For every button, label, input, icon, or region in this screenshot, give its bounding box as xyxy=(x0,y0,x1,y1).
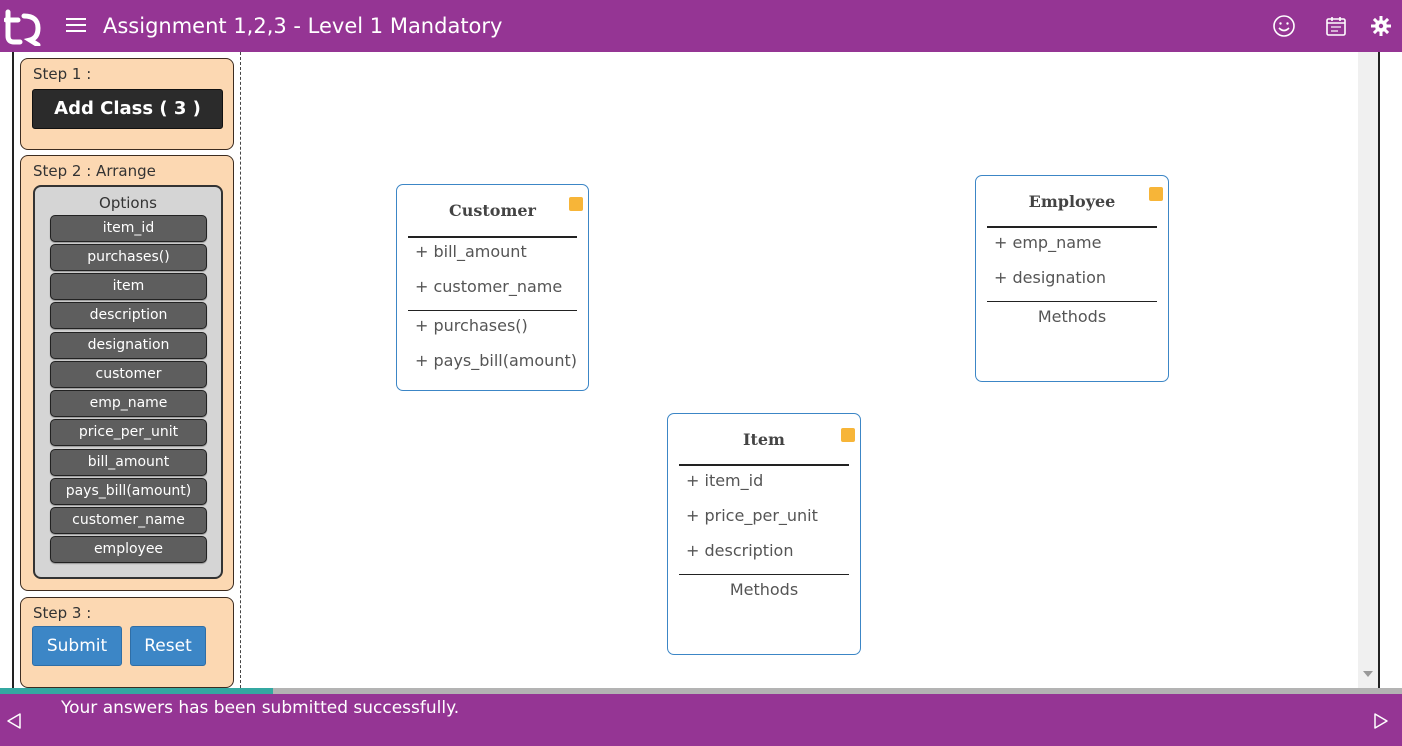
footer-bar: Your answers has been submitted successf… xyxy=(0,694,1402,746)
class-box-customer[interactable]: Customer + bill_amount + customer_name +… xyxy=(396,184,589,391)
option-chip[interactable]: customer_name xyxy=(50,507,207,534)
option-chip[interactable]: purchases() xyxy=(50,244,207,271)
methods-placeholder: Methods xyxy=(1037,307,1107,326)
smiley-icon[interactable] xyxy=(1272,14,1296,38)
drag-handle-icon[interactable] xyxy=(569,197,583,211)
menu-icon[interactable] xyxy=(66,18,86,34)
option-chip[interactable]: employee xyxy=(50,536,207,563)
scroll-down-icon[interactable] xyxy=(1363,671,1373,677)
vertical-scrollbar[interactable] xyxy=(1358,52,1378,688)
right-border xyxy=(1378,52,1380,688)
logo-icon xyxy=(4,9,41,46)
step3-label: Step 3 : xyxy=(33,604,92,622)
drag-handle-icon[interactable] xyxy=(841,428,855,442)
top-bar: Assignment 1,2,3 - Level 1 Mandatory xyxy=(0,0,1402,52)
options-box: Options item_id purchases() item descrip… xyxy=(33,185,223,579)
divider xyxy=(987,226,1157,228)
step2-label: Step 2 : Arrange xyxy=(33,162,156,180)
class-box-employee[interactable]: Employee + emp_name + designation Method… xyxy=(975,175,1169,382)
calendar-icon[interactable] xyxy=(1324,14,1348,38)
add-class-button[interactable]: Add Class ( 3 ) xyxy=(32,89,223,129)
option-chip[interactable]: item_id xyxy=(50,215,207,242)
attribute-item[interactable]: + item_id xyxy=(686,471,763,490)
option-chip[interactable]: bill_amount xyxy=(50,449,207,476)
method-item[interactable]: + purchases() xyxy=(415,316,528,335)
option-chip[interactable]: emp_name xyxy=(50,390,207,417)
class-name: Item xyxy=(743,430,785,449)
option-chip[interactable]: customer xyxy=(50,361,207,388)
method-item[interactable]: + pays_bill(amount) xyxy=(415,351,577,370)
step2-panel: Step 2 : Arrange Options item_id purchas… xyxy=(20,155,234,591)
option-chip[interactable]: pays_bill(amount) xyxy=(50,478,207,505)
divider xyxy=(679,574,849,575)
option-chip[interactable]: item xyxy=(50,273,207,300)
class-name: Employee xyxy=(1028,192,1116,211)
settings-icon[interactable] xyxy=(1369,14,1393,38)
attribute-item[interactable]: + price_per_unit xyxy=(686,506,818,525)
divider xyxy=(408,236,577,238)
option-chip[interactable]: description xyxy=(50,302,207,329)
attribute-item[interactable]: + designation xyxy=(994,268,1106,287)
option-chip[interactable]: price_per_unit xyxy=(50,419,207,446)
left-border xyxy=(12,52,14,688)
divider xyxy=(987,301,1157,302)
previous-arrow-icon[interactable] xyxy=(6,712,22,730)
next-arrow-icon[interactable] xyxy=(1373,712,1389,730)
submit-button[interactable]: Submit xyxy=(32,626,122,666)
panel-divider xyxy=(240,52,241,688)
attribute-item[interactable]: + description xyxy=(686,541,793,560)
step3-panel: Step 3 : Submit Reset xyxy=(20,597,234,688)
page-title: Assignment 1,2,3 - Level 1 Mandatory xyxy=(103,14,503,38)
options-title: Options xyxy=(99,194,157,212)
attribute-item[interactable]: + emp_name xyxy=(994,233,1101,252)
divider xyxy=(408,310,577,311)
step1-panel: Step 1 : Add Class ( 3 ) xyxy=(20,58,234,150)
attribute-item[interactable]: + bill_amount xyxy=(415,242,527,261)
class-box-item[interactable]: Item + item_id + price_per_unit + descri… xyxy=(667,413,861,655)
attribute-item[interactable]: + customer_name xyxy=(415,277,562,296)
option-chip[interactable]: designation xyxy=(50,332,207,359)
drag-handle-icon[interactable] xyxy=(1149,187,1163,201)
reset-button[interactable]: Reset xyxy=(130,626,206,666)
methods-placeholder: Methods xyxy=(729,580,799,599)
divider xyxy=(679,464,849,466)
class-name: Customer xyxy=(449,201,536,220)
status-message: Your answers has been submitted successf… xyxy=(61,698,460,718)
step1-label: Step 1 : xyxy=(33,65,92,83)
